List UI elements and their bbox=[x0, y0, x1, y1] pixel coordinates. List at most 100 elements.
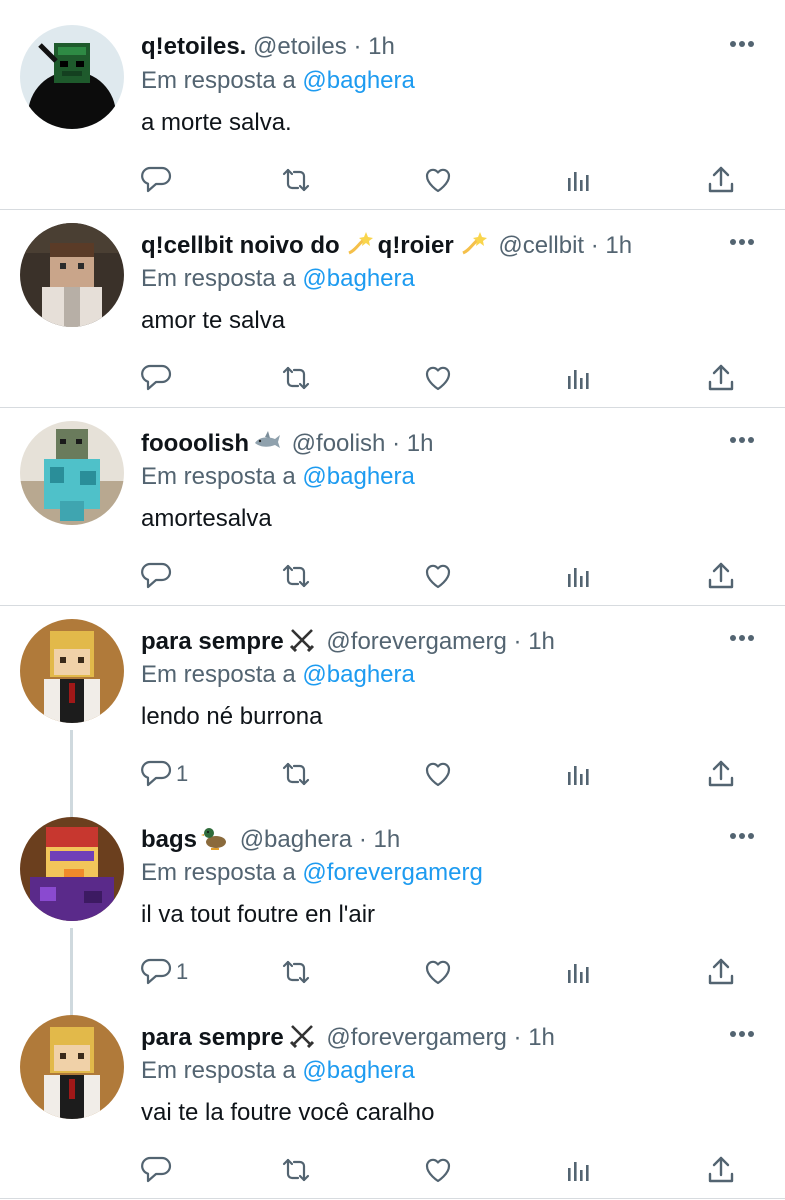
share-button[interactable] bbox=[705, 358, 737, 398]
like-button[interactable] bbox=[422, 160, 454, 200]
timestamp[interactable]: 1h bbox=[373, 826, 400, 853]
avatar[interactable] bbox=[20, 25, 124, 129]
views-button[interactable] bbox=[563, 1150, 595, 1190]
views-button[interactable] bbox=[563, 358, 595, 398]
timestamp[interactable]: 1h bbox=[528, 628, 555, 655]
display-name[interactable]: bags bbox=[141, 826, 197, 853]
more-options-icon[interactable] bbox=[728, 232, 756, 252]
avatar[interactable] bbox=[20, 817, 124, 921]
display-name-part2[interactable]: q!roier bbox=[378, 232, 454, 259]
reply-context: Em resposta a @baghera bbox=[141, 1056, 415, 1086]
tweet[interactable]: para sempre @forevergamerg · 1h Em respo… bbox=[0, 594, 785, 792]
views-button[interactable] bbox=[563, 160, 595, 200]
views-button[interactable] bbox=[563, 754, 595, 794]
username[interactable]: @cellbit bbox=[498, 232, 584, 259]
tweet-text: lendo né burrona bbox=[141, 703, 323, 730]
retweet-button[interactable] bbox=[280, 952, 312, 992]
mention-link[interactable]: @forevergamerg bbox=[302, 859, 482, 886]
avatar[interactable] bbox=[20, 1015, 124, 1119]
username[interactable]: @etoiles bbox=[253, 33, 347, 60]
views-button[interactable] bbox=[563, 952, 595, 992]
like-icon bbox=[422, 956, 454, 988]
views-icon bbox=[563, 164, 595, 196]
reply-button[interactable] bbox=[140, 556, 176, 596]
more-options-icon[interactable] bbox=[728, 430, 756, 450]
mention-link[interactable]: @baghera bbox=[302, 1057, 414, 1084]
more-options-icon[interactable] bbox=[728, 34, 756, 54]
shark-emoji bbox=[253, 428, 281, 454]
reply-button[interactable] bbox=[140, 358, 176, 398]
like-button[interactable] bbox=[422, 952, 454, 992]
views-button[interactable] bbox=[563, 556, 595, 596]
like-icon bbox=[422, 362, 454, 394]
avatar[interactable] bbox=[20, 223, 124, 327]
timestamp[interactable]: 1h bbox=[368, 33, 395, 60]
tweet-header: q!etoiles. @etoiles · 1h bbox=[141, 32, 715, 62]
share-icon bbox=[705, 560, 737, 592]
retweet-icon bbox=[280, 1154, 312, 1186]
reply-context: Em resposta a @forevergamerg bbox=[141, 858, 483, 888]
share-button[interactable] bbox=[705, 754, 737, 794]
display-name-part1[interactable]: q!cellbit noivo do bbox=[141, 232, 340, 259]
reply-prefix: Em resposta a bbox=[141, 265, 296, 292]
retweet-button[interactable] bbox=[280, 556, 312, 596]
more-options-icon[interactable] bbox=[728, 826, 756, 846]
retweet-button[interactable] bbox=[280, 1150, 312, 1190]
tweet[interactable]: q!cellbit noivo do q!roier @cellbit · 1h … bbox=[0, 198, 785, 396]
reply-icon bbox=[140, 560, 172, 592]
separator-dot: · bbox=[358, 826, 367, 853]
timestamp[interactable]: 1h bbox=[407, 430, 434, 457]
reply-prefix: Em resposta a bbox=[141, 463, 296, 490]
share-icon bbox=[705, 1154, 737, 1186]
crossed-swords-emoji bbox=[288, 1022, 316, 1048]
share-button[interactable] bbox=[705, 160, 737, 200]
like-button[interactable] bbox=[422, 754, 454, 794]
tweet-text: amortesalva bbox=[141, 505, 272, 532]
display-name[interactable]: foooolish bbox=[141, 430, 249, 457]
share-button[interactable] bbox=[705, 952, 737, 992]
tweet-text: il va tout foutre en l'air bbox=[141, 901, 376, 928]
retweet-icon bbox=[280, 560, 312, 592]
reply-button[interactable]: 1 bbox=[140, 754, 188, 794]
share-button[interactable] bbox=[705, 556, 737, 596]
display-name[interactable]: para sempre bbox=[141, 628, 284, 655]
display-name[interactable]: q!etoiles. bbox=[141, 33, 246, 60]
reply-context: Em resposta a @baghera bbox=[141, 660, 415, 690]
avatar[interactable] bbox=[20, 619, 124, 723]
mention-link[interactable]: @baghera bbox=[302, 661, 414, 688]
reply-context: Em resposta a @baghera bbox=[141, 264, 415, 294]
tweet[interactable]: bags @baghera · 1h Em resposta a @foreve… bbox=[0, 792, 785, 990]
like-button[interactable] bbox=[422, 358, 454, 398]
tweet[interactable]: q!etoiles. @etoiles · 1h Em resposta a @… bbox=[0, 0, 785, 198]
reply-feed: q!etoiles. @etoiles · 1h Em resposta a @… bbox=[0, 0, 785, 1200]
retweet-button[interactable] bbox=[280, 358, 312, 398]
reply-button[interactable]: 1 bbox=[140, 952, 188, 992]
reply-count: 1 bbox=[176, 959, 189, 984]
timestamp[interactable]: 1h bbox=[528, 1024, 555, 1051]
like-icon bbox=[422, 164, 454, 196]
username[interactable]: @forevergamerg bbox=[326, 1024, 506, 1051]
tweet[interactable]: foooolish @foolish · 1h Em resposta a @b… bbox=[0, 396, 785, 594]
crossed-swords-emoji bbox=[288, 626, 316, 652]
like-icon bbox=[422, 1154, 454, 1186]
tweet[interactable]: para sempre @forevergamerg · 1h Em respo… bbox=[0, 990, 785, 1188]
reply-prefix: Em resposta a bbox=[141, 67, 296, 94]
timestamp[interactable]: 1h bbox=[605, 232, 632, 259]
reply-button[interactable] bbox=[140, 1150, 176, 1190]
display-name[interactable]: para sempre bbox=[141, 1024, 284, 1051]
username[interactable]: @forevergamerg bbox=[326, 628, 506, 655]
mention-link[interactable]: @baghera bbox=[302, 463, 414, 490]
more-options-icon[interactable] bbox=[728, 628, 756, 648]
like-button[interactable] bbox=[422, 556, 454, 596]
avatar[interactable] bbox=[20, 421, 124, 525]
more-options-icon[interactable] bbox=[728, 1024, 756, 1044]
mention-link[interactable]: @baghera bbox=[302, 67, 414, 94]
mention-link[interactable]: @baghera bbox=[302, 265, 414, 292]
retweet-button[interactable] bbox=[280, 754, 312, 794]
share-button[interactable] bbox=[705, 1150, 737, 1190]
username[interactable]: @foolish bbox=[292, 430, 386, 457]
username[interactable]: @baghera bbox=[240, 826, 352, 853]
reply-button[interactable] bbox=[140, 160, 176, 200]
retweet-button[interactable] bbox=[280, 160, 312, 200]
like-button[interactable] bbox=[422, 1150, 454, 1190]
